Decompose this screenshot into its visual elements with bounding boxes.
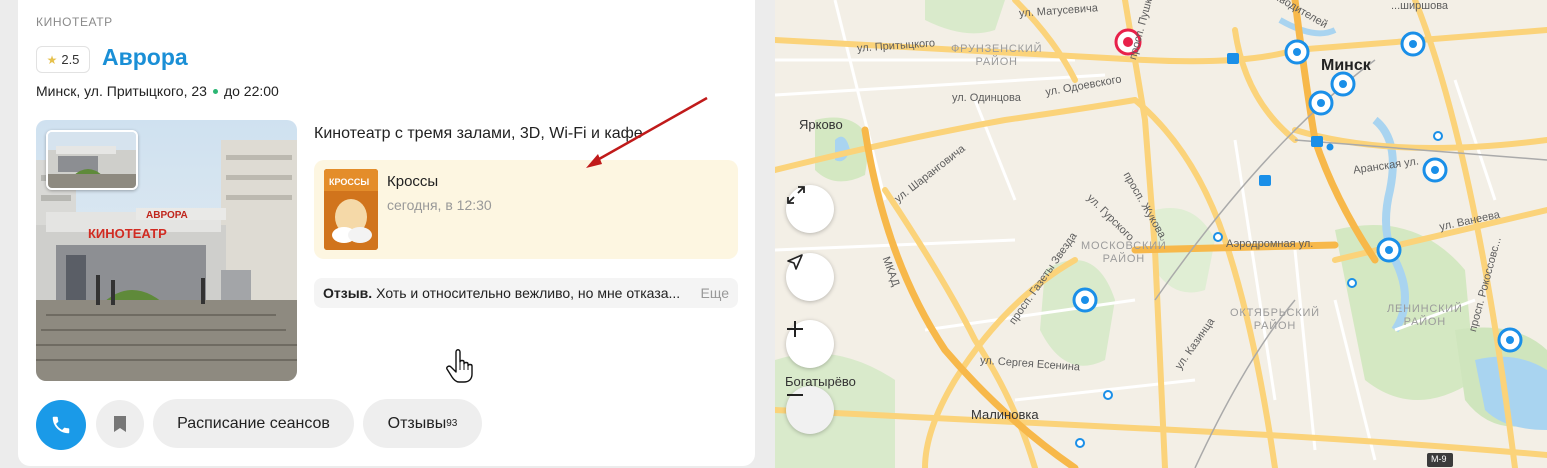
district-frunzensky: ФРУНЗЕНСКИЙ РАЙОН — [951, 43, 1043, 68]
place-title[interactable]: Аврора — [102, 44, 188, 71]
locate-me-button[interactable] — [786, 253, 834, 301]
map-city-label: Минск — [1321, 57, 1371, 74]
place-yarkovo: Ярково — [799, 117, 843, 132]
rating-value: 2.5 — [61, 52, 80, 67]
place-category: КИНОТЕАТР — [36, 15, 113, 29]
photo-sign-top: АВРОРА — [146, 210, 188, 221]
zoom-in-button[interactable] — [786, 320, 834, 368]
district-moskovsky: МОСКОВСКИЙ РАЙОН — [1081, 240, 1167, 265]
place-card: КИНОТЕАТР ★ 2.5 Аврора Минск, ул. Притыц… — [18, 0, 755, 466]
review-snippet[interactable]: Отзыв. Хоть и относительно вежливо, но м… — [314, 278, 738, 308]
zoom-out-button[interactable] — [786, 386, 834, 434]
road-m9-label: М-9 — [1431, 454, 1447, 464]
navigation-arrow-icon — [787, 254, 803, 270]
open-status-dot — [212, 88, 218, 94]
review-text: Хоть и относительно вежливо, но мне отка… — [376, 285, 681, 301]
rating-badge[interactable]: ★ 2.5 — [36, 46, 90, 73]
minus-icon — [787, 394, 803, 396]
photo-thumbnail[interactable] — [46, 130, 138, 190]
fullscreen-button[interactable] — [786, 185, 834, 233]
review-more-link[interactable]: Еще — [701, 285, 730, 301]
event-poster[interactable]: КРОССЫ — [324, 169, 378, 250]
expand-icon — [787, 186, 805, 204]
event-name: Кроссы — [387, 173, 439, 190]
photo-sign: КИНОТЕАТР — [88, 226, 167, 241]
call-button[interactable] — [36, 400, 86, 450]
poster-title: КРОССЫ — [329, 177, 369, 187]
bookmark-button[interactable] — [96, 400, 144, 448]
street-odintsova: ул. Одинцова — [952, 92, 1021, 104]
reviews-count: 93 — [446, 418, 458, 429]
schedule-button[interactable]: Расписание сеансов — [153, 399, 354, 448]
place-address[interactable]: Минск, ул. Притыцкого, 23 — [36, 83, 207, 99]
reviews-button[interactable]: Отзывы 93 — [363, 399, 482, 448]
opening-hours[interactable]: до 22:00 — [224, 83, 279, 99]
event-time: сегодня, в 12:30 — [387, 197, 492, 213]
review-label: Отзыв. — [323, 285, 373, 301]
annotation-arrow-icon — [586, 96, 708, 168]
bookmark-icon — [114, 416, 126, 432]
reviews-label: Отзывы — [387, 414, 447, 432]
plus-icon — [787, 321, 803, 337]
street-shirshova: ...ширшова — [1391, 0, 1449, 12]
place-address-line: Минск, ул. Притыцкого, 23 до 22:00 — [36, 83, 279, 99]
district-leninsky: ЛЕНИНСКИЙ РАЙОН — [1387, 303, 1463, 328]
map-view[interactable]: Минск ФРУНЗЕНСКИЙ РАЙОН МОСКОВСКИЙ РАЙОН О… — [775, 0, 1547, 468]
hand-cursor-icon — [446, 349, 473, 383]
street-aerodromnaya: Аэродромная ул. — [1226, 238, 1314, 250]
place-malinovka: Малиновка — [971, 407, 1039, 422]
district-oktyabrsky: ОКТЯБРЬСКИЙ РАЙОН — [1230, 307, 1320, 332]
star-icon: ★ — [46, 52, 58, 67]
phone-icon — [52, 416, 70, 434]
